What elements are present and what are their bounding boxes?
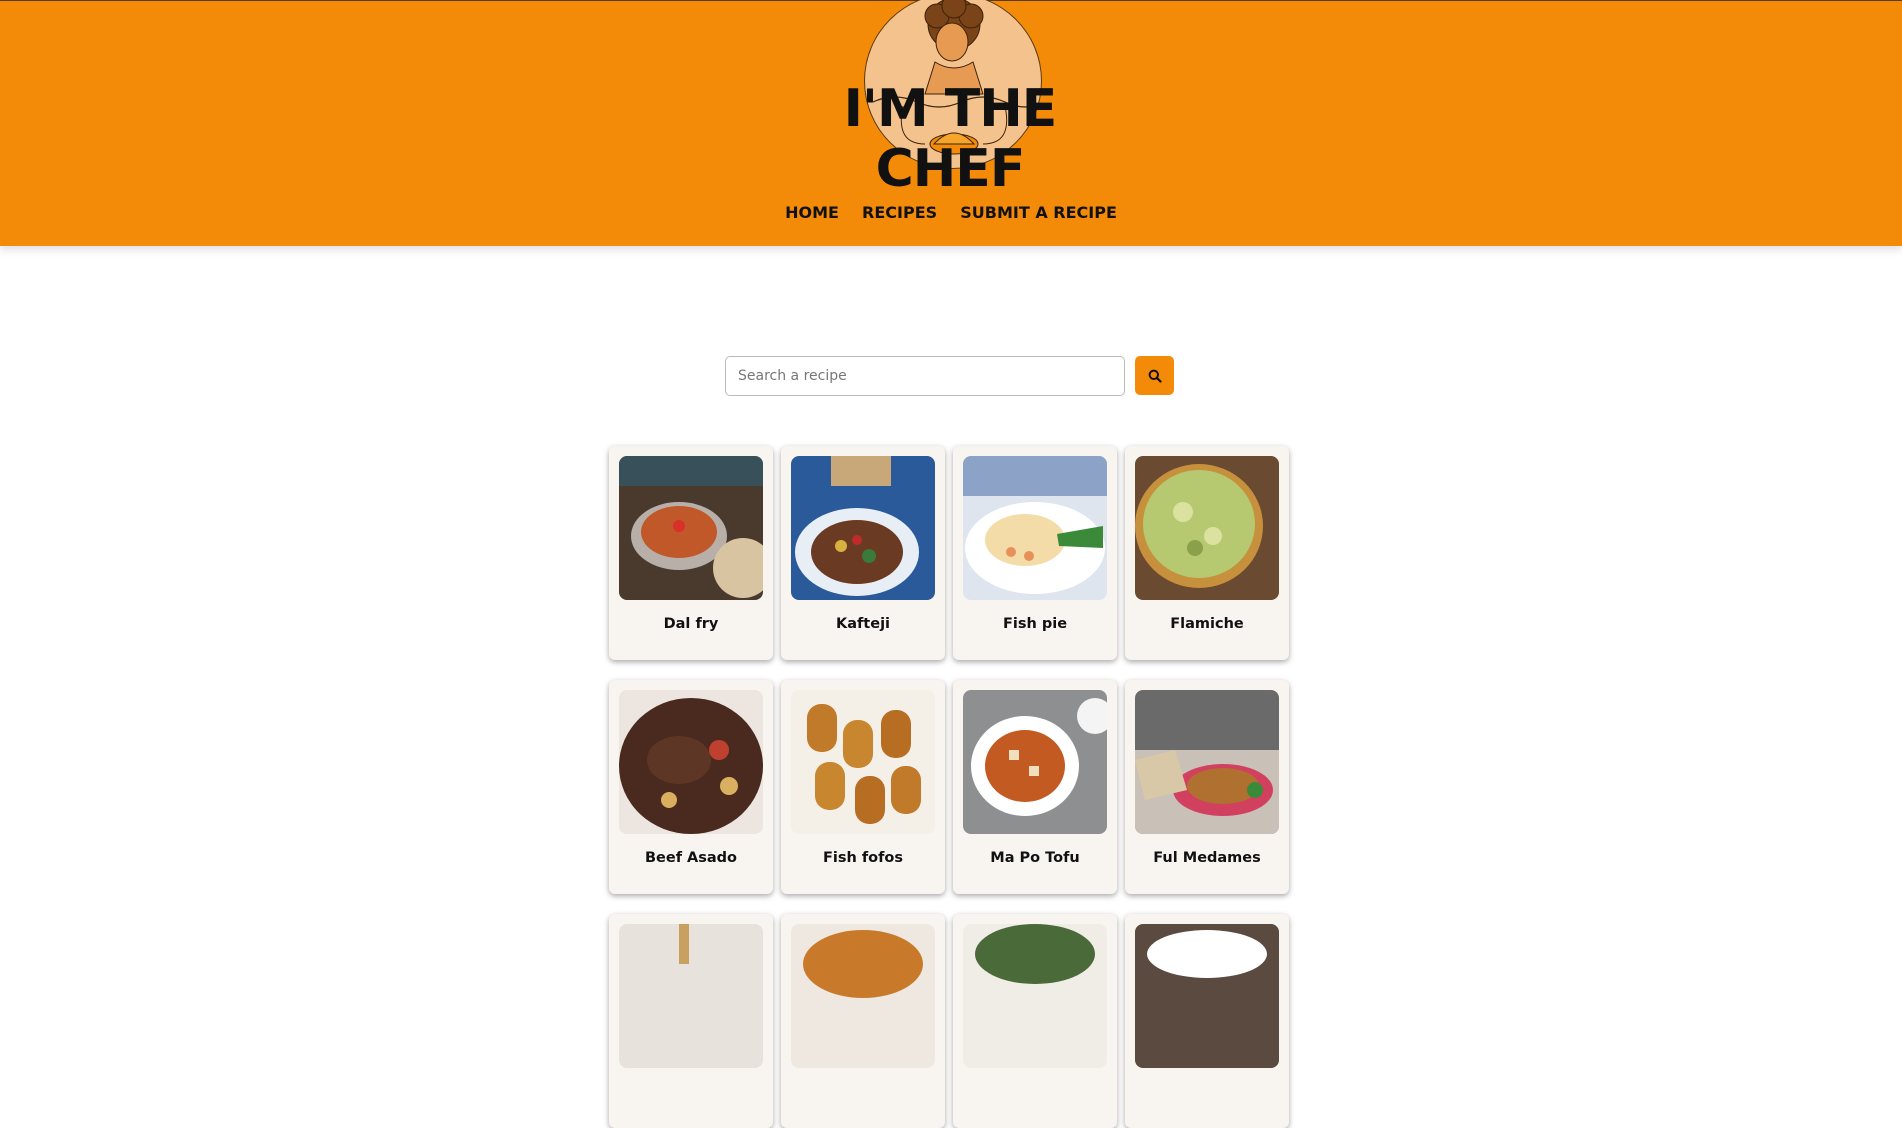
site-header: I'M THE CHEF HOME RECIPES SUBMIT A RECIP… (0, 0, 1902, 246)
recipe-image (791, 456, 935, 600)
recipe-name: Ful Medames (1153, 850, 1261, 866)
recipe-card[interactable]: Beef Asado (609, 680, 773, 894)
recipe-image (619, 690, 763, 834)
recipe-name: Fish fofos (822, 850, 904, 866)
recipe-image (791, 924, 935, 1068)
recipe-card[interactable]: Ma Po Tofu (953, 680, 1117, 894)
recipe-card[interactable]: Ful Medames (1125, 680, 1289, 894)
search-icon (1148, 369, 1162, 383)
recipe-name: Fish pie (1002, 616, 1068, 632)
nav-home[interactable]: HOME (785, 203, 839, 222)
nav-submit-recipe[interactable]: SUBMIT A RECIPE (960, 203, 1117, 222)
recipe-name: Ma Po Tofu (990, 850, 1080, 866)
recipe-image (791, 690, 935, 834)
recipe-image (619, 456, 763, 600)
recipe-image (1135, 690, 1279, 834)
recipe-name: Kafteji (835, 616, 891, 632)
recipe-card[interactable] (1125, 914, 1289, 1128)
recipe-card[interactable] (609, 914, 773, 1128)
recipe-image (1135, 456, 1279, 600)
nav-recipes[interactable]: RECIPES (862, 203, 937, 222)
recipe-name: Beef Asado (644, 850, 738, 866)
recipe-card[interactable] (781, 914, 945, 1128)
recipe-card[interactable]: Fish pie (953, 446, 1117, 660)
recipe-image (963, 924, 1107, 1068)
recipe-image (1135, 924, 1279, 1068)
recipe-card[interactable]: Dal fry (609, 446, 773, 660)
recipe-image (963, 690, 1107, 834)
recipe-name: Flamiche (1170, 616, 1244, 632)
recipe-card[interactable]: Kafteji (781, 446, 945, 660)
recipe-card[interactable]: Fish fofos (781, 680, 945, 894)
search-input[interactable] (725, 356, 1125, 396)
recipe-image (963, 456, 1107, 600)
search-button[interactable] (1135, 356, 1174, 395)
recipe-image (619, 924, 763, 1068)
recipe-name: Dal fry (663, 616, 719, 632)
main-nav: HOME RECIPES SUBMIT A RECIPE (0, 203, 1902, 222)
site-title[interactable]: I'M THE CHEF (790, 79, 1110, 199)
recipe-card[interactable] (953, 914, 1117, 1128)
recipe-card[interactable]: Flamiche (1125, 446, 1289, 660)
